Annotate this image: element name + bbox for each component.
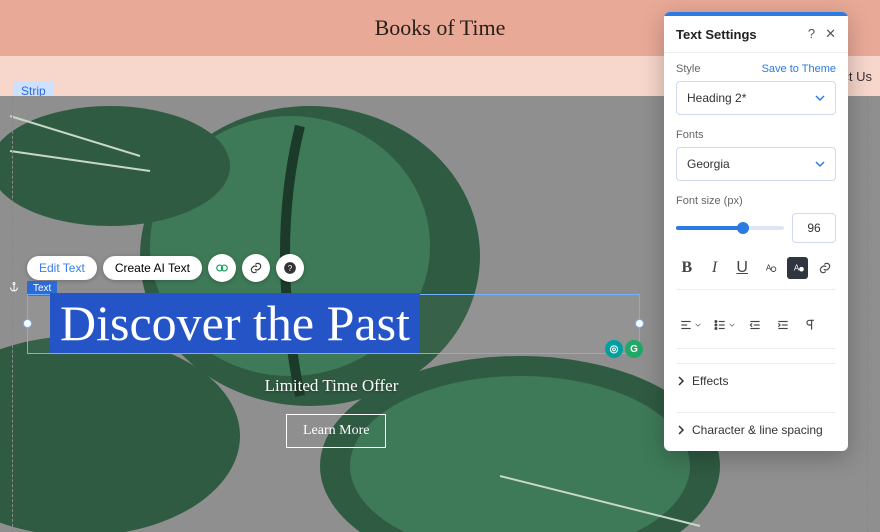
edit-text-button[interactable]: Edit Text (27, 256, 97, 280)
site-title: Books of Time (375, 15, 506, 41)
list-button[interactable] (710, 314, 738, 336)
chevron-right-icon (676, 376, 686, 386)
learn-more-button[interactable]: Learn More (286, 414, 386, 448)
panel-help-icon[interactable]: ? (808, 26, 815, 42)
style-field: Style Save to Theme Heading 2* (676, 63, 836, 115)
chevron-down-icon (815, 159, 825, 169)
panel-header: Text Settings ? ✕ (664, 16, 848, 53)
fonts-value: Georgia (687, 157, 730, 171)
style-label: Style (676, 63, 700, 75)
style-value: Heading 2* (687, 91, 746, 105)
create-ai-text-button[interactable]: Create AI Text (103, 256, 202, 280)
paragraph-toolbar (676, 304, 836, 349)
resize-handle-left[interactable] (23, 319, 32, 328)
text-mini-toolbar: Edit Text Create AI Text ? (27, 254, 304, 282)
svg-text:?: ? (288, 264, 293, 273)
fonts-label: Fonts (676, 129, 836, 141)
link-button[interactable] (814, 257, 836, 279)
fontsize-input[interactable]: 96 (792, 213, 836, 243)
grammarly-badges: ◎ G (605, 340, 643, 358)
resize-handle-right[interactable] (635, 319, 644, 328)
help-icon[interactable]: ? (276, 254, 304, 282)
editor-canvas: Books of Time Contact Us Strip Edit Text… (0, 0, 880, 532)
effects-section[interactable]: Effects (676, 363, 836, 398)
italic-button[interactable]: I (704, 257, 726, 279)
anchor-icon[interactable] (8, 280, 20, 292)
hero-subtitle[interactable]: Limited Time Offer (0, 376, 663, 396)
animation-icon[interactable] (208, 254, 236, 282)
fontsize-field: Font size (px) 96 (676, 195, 836, 243)
svg-text:A: A (793, 263, 799, 272)
badge-icon[interactable]: ◎ (605, 340, 623, 358)
link-icon[interactable] (242, 254, 270, 282)
format-toolbar: B I U A A (676, 257, 836, 290)
effects-label: Effects (692, 374, 728, 388)
hero-headline[interactable]: Discover the Past (50, 293, 420, 353)
chevron-down-icon (815, 93, 825, 103)
save-to-theme-link[interactable]: Save to Theme (762, 63, 836, 75)
panel-close-icon[interactable]: ✕ (825, 26, 836, 42)
fonts-field: Fonts Georgia (676, 129, 836, 181)
fontsize-slider[interactable] (676, 216, 784, 240)
svg-text:A: A (766, 263, 772, 272)
fontsize-label: Font size (px) (676, 195, 836, 207)
text-settings-panel: Text Settings ? ✕ Style Save to Theme He… (664, 12, 848, 451)
indent-increase-button[interactable] (772, 314, 794, 336)
highlight-button[interactable]: A (787, 257, 809, 279)
grammarly-icon[interactable]: G (625, 340, 643, 358)
underline-button[interactable]: U (731, 257, 753, 279)
indent-decrease-button[interactable] (744, 314, 766, 336)
align-button[interactable] (676, 314, 704, 336)
text-color-button[interactable]: A (759, 257, 781, 279)
spacing-section[interactable]: Character & line spacing (676, 412, 836, 441)
chevron-right-icon (676, 425, 686, 435)
panel-title: Text Settings (676, 27, 757, 42)
style-dropdown[interactable]: Heading 2* (676, 81, 836, 115)
fonts-dropdown[interactable]: Georgia (676, 147, 836, 181)
text-direction-button[interactable] (800, 314, 822, 336)
spacing-label: Character & line spacing (692, 423, 823, 437)
bold-button[interactable]: B (676, 257, 698, 279)
